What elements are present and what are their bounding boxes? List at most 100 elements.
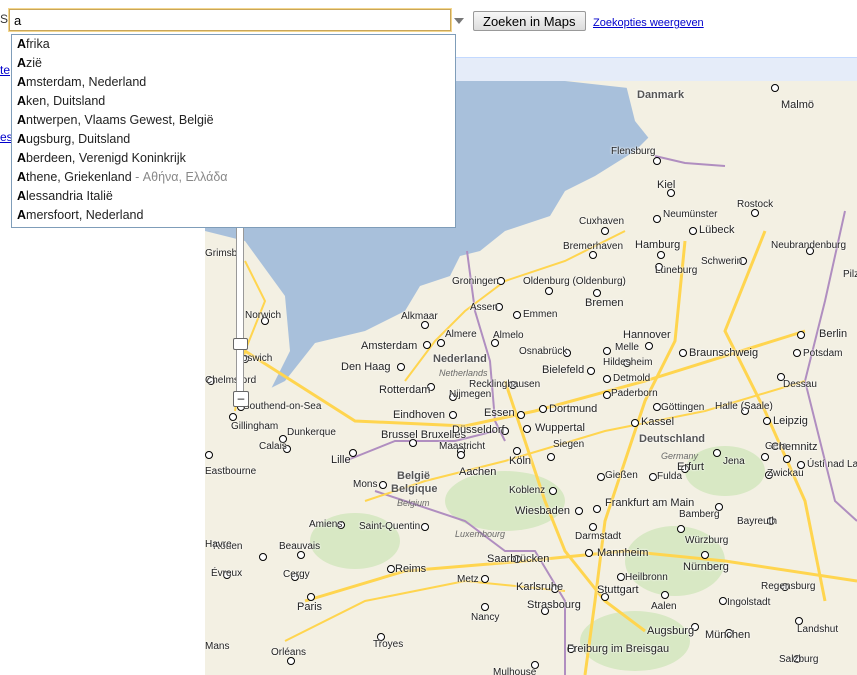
city-label: Stuttgart xyxy=(597,584,639,596)
zoom-slider-handle[interactable] xyxy=(233,338,248,350)
city-label: Nancy xyxy=(471,612,500,623)
city-label: Eastbourne xyxy=(205,466,257,477)
autocomplete-item[interactable]: Afrika xyxy=(12,35,455,54)
city-label: Nürnberg xyxy=(683,561,729,573)
city-label: Paris xyxy=(297,601,323,613)
city-label: Bayreuth xyxy=(737,516,778,527)
city-label: Aachen xyxy=(459,466,497,478)
city-label: Augsburg xyxy=(647,625,695,637)
city-label: Köln xyxy=(509,455,532,467)
autocomplete-item[interactable]: Azië xyxy=(12,54,455,73)
city-label: Almelo xyxy=(493,330,524,341)
city-label: Oldenburg (Oldenburg) xyxy=(523,276,626,287)
city-label: Southend-on-Sea xyxy=(243,401,322,412)
search-input[interactable] xyxy=(9,9,451,31)
autocomplete-item[interactable]: Augsburg, Duitsland xyxy=(12,130,455,149)
city-label: Rotterdam xyxy=(379,384,431,396)
country-label-sub: Luxembourg xyxy=(455,529,506,539)
city-label: Hildesheim xyxy=(603,357,653,368)
autocomplete-item[interactable]: Amsterdam, Nederland xyxy=(12,73,455,92)
country-label-sub: Germany xyxy=(661,451,699,461)
city-label: Lübeck xyxy=(699,224,735,236)
city-label: Cuxhaven xyxy=(579,216,625,227)
city-label: Strasbourg xyxy=(527,599,581,611)
city-label: Cergy xyxy=(283,569,310,580)
city-label: Salzburg xyxy=(779,654,819,665)
city-label: Neumünster xyxy=(663,209,718,220)
city-label: Halle (Saale) xyxy=(715,401,773,412)
city-label: Melle xyxy=(615,342,639,353)
city-label: Chemnitz xyxy=(771,441,818,453)
city-label: Gießen xyxy=(605,470,638,481)
city-label: Paderborn xyxy=(611,388,658,399)
city-label: Mulhouse xyxy=(493,667,537,675)
city-label: Regensburg xyxy=(761,581,816,592)
city-label: Calais xyxy=(259,441,287,452)
country-label: Nederland xyxy=(433,353,487,365)
autocomplete-item[interactable]: Amersfoort, Nederland xyxy=(12,206,455,225)
city-label: Hannover xyxy=(623,329,671,341)
city-label: Detmold xyxy=(613,373,651,384)
city-label: Mons xyxy=(353,479,378,490)
autocomplete-item[interactable]: Athene, Griekenland - Αθήνα, Ελλάδα xyxy=(12,168,455,187)
city-label: Pilzen xyxy=(843,269,857,280)
zoom-out-icon[interactable]: – xyxy=(233,391,249,407)
city-label: Bamberg xyxy=(679,509,720,520)
city-label: Hamburg xyxy=(635,239,681,251)
city-label: Essen xyxy=(484,407,515,419)
city-label: Beauvais xyxy=(279,541,321,552)
city-label: Leipzig xyxy=(773,415,808,427)
city-label: Freiburg im Breisgau xyxy=(567,643,670,655)
city-label: Den Haag xyxy=(341,361,391,373)
city-label: Würzburg xyxy=(685,535,729,546)
city-label: Lille xyxy=(331,454,351,466)
city-label: Frankfurt am Main xyxy=(605,497,695,509)
search-options-link[interactable]: Zoekopties weergeven xyxy=(593,17,704,29)
city-label: Lüneburg xyxy=(655,265,698,276)
city-label: Groningen xyxy=(452,276,499,287)
country-label: Belgique xyxy=(391,483,438,495)
search-history-dropdown-icon[interactable] xyxy=(454,18,464,24)
city-label: Norwich xyxy=(245,310,282,321)
autocomplete-item[interactable]: Alessandria Italië xyxy=(12,187,455,206)
city-label: Zwickau xyxy=(767,468,804,479)
city-label: Bremen xyxy=(585,297,624,309)
city-label: Saarbrücken xyxy=(487,553,550,565)
city-label: Karlsruhe xyxy=(516,581,564,593)
city-label: Schwerin xyxy=(701,256,743,267)
city-label: Metz xyxy=(457,574,479,585)
city-label: Orléans xyxy=(271,647,307,658)
left-panel-link[interactable]: te xyxy=(0,63,10,77)
city-label: Amsterdam xyxy=(361,340,418,352)
country-label-sub: Belgium xyxy=(397,498,430,508)
city-label: Assen xyxy=(470,302,498,313)
city-label: Malmö xyxy=(781,99,815,111)
city-label: Rostock xyxy=(737,199,774,210)
city-label: Wuppertal xyxy=(535,422,585,434)
city-label: Bremerhaven xyxy=(563,241,624,252)
city-label: Düsseldorf xyxy=(452,424,505,436)
city-label: Amiens xyxy=(309,519,343,530)
city-label: Ingolstadt xyxy=(727,597,771,608)
city-label: Alkmaar xyxy=(401,311,438,322)
city-label: Eindhoven xyxy=(393,409,445,421)
country-label: Danmark xyxy=(637,89,685,101)
city-label: Potsdam xyxy=(803,348,843,359)
city-label: Ústí nad Labem xyxy=(807,459,857,470)
autocomplete-list: Afrika Azië Amsterdam, Nederland Aken, D… xyxy=(11,34,456,228)
autocomplete-item[interactable]: Aken, Duitsland xyxy=(12,92,455,111)
city-label: Nijmegen xyxy=(449,389,492,400)
autocomplete-item[interactable]: Antwerpen, Vlaams Gewest, België xyxy=(12,111,455,130)
city-label: Troyes xyxy=(373,639,404,650)
city-label: Dunkerque xyxy=(287,427,336,438)
city-label: Braunschweig xyxy=(689,347,759,359)
zoom-slider-track[interactable] xyxy=(236,226,244,396)
city-label: Saint-Quentin xyxy=(359,521,421,532)
city-label: Koblenz xyxy=(509,485,546,496)
city-label: Fulda xyxy=(657,471,683,482)
city-label: Gillingham xyxy=(231,421,279,432)
search-maps-button[interactable]: Zoeken in Maps xyxy=(473,11,586,31)
autocomplete-item[interactable]: Aberdeen, Verenigd Koninkrijk xyxy=(12,149,455,168)
city-label: Dortmund xyxy=(549,403,598,415)
city-label: Dessau xyxy=(783,379,817,390)
